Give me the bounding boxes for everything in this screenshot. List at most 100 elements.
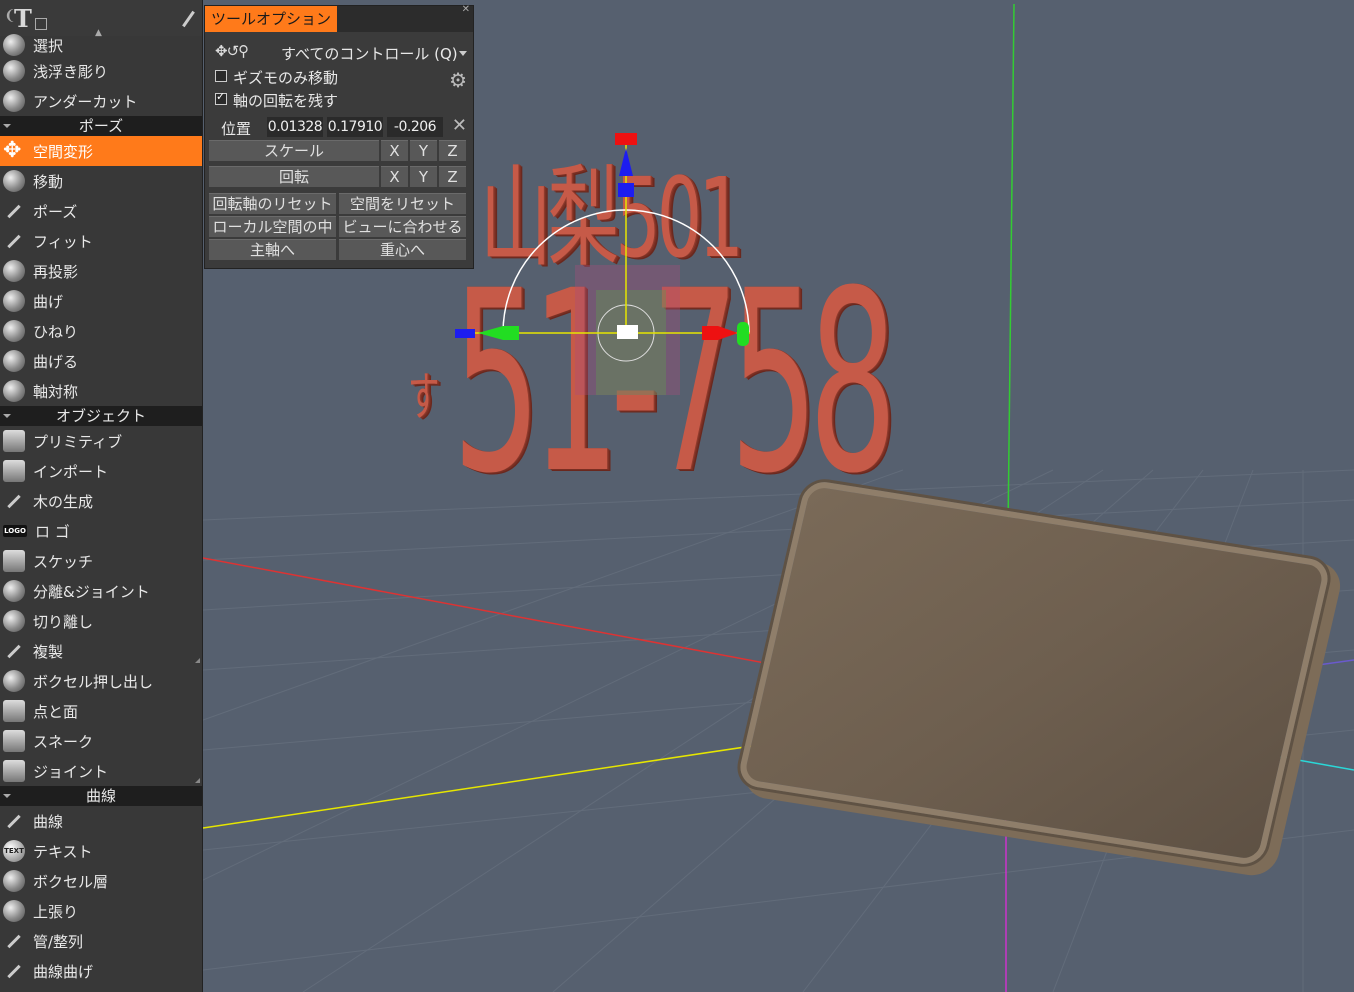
tool-item-reproject[interactable]: 再投影 bbox=[0, 256, 202, 286]
in-local-space-button[interactable]: ローカル空間の中 bbox=[209, 216, 336, 237]
tool-item-split-joint[interactable]: 分離&ジョイント bbox=[0, 576, 202, 606]
more-options-icon bbox=[195, 778, 200, 783]
tool-item-axial-symmetry[interactable]: 軸対称 bbox=[0, 376, 202, 406]
tool-item-curve-bend[interactable]: 曲線曲げ bbox=[0, 956, 202, 986]
select-icon bbox=[3, 34, 25, 56]
twist-icon bbox=[3, 320, 25, 342]
tool-item-sketch[interactable]: スケッチ bbox=[0, 546, 202, 576]
bend-icon bbox=[3, 290, 25, 312]
tool-item-joint[interactable]: ジョイント bbox=[0, 756, 202, 786]
move-rotate-scale-icon: ✥↺⚲ bbox=[215, 42, 249, 60]
tool-panel: ❨ T ▲ 選択 浅浮き彫り アンダーカット ポーズ 空間変形 移動 ポーズ フ… bbox=[0, 0, 203, 992]
logo-icon: LOGO bbox=[3, 525, 27, 537]
curves-icon bbox=[3, 810, 25, 832]
chevron-down-icon bbox=[459, 51, 467, 56]
bend2-icon bbox=[3, 350, 25, 372]
keep-rotation-checkbox[interactable] bbox=[215, 90, 227, 105]
snake-icon bbox=[3, 730, 25, 752]
axial-symmetry-icon bbox=[3, 380, 25, 402]
import-icon bbox=[3, 460, 25, 482]
voxel-extrude-icon bbox=[3, 670, 25, 692]
bas-relief-icon bbox=[3, 60, 25, 82]
to-centroid-button[interactable]: 重心へ bbox=[339, 239, 466, 260]
points-faces-icon bbox=[3, 700, 25, 722]
tool-item-voxel-layer[interactable]: ボクセル層 bbox=[0, 866, 202, 896]
text-tool-icon[interactable]: T bbox=[14, 4, 32, 33]
rotate-y-button[interactable]: Y bbox=[410, 166, 437, 187]
tool-item-bas-relief[interactable]: 浅浮き彫り bbox=[0, 56, 202, 86]
text-icon: TEXT bbox=[3, 840, 25, 862]
panel-top-strip: ❨ T ▲ bbox=[0, 0, 202, 38]
tool-options-title-bar[interactable]: ツールオプション ✕ bbox=[205, 4, 473, 32]
tool-item-tube-align[interactable]: 管/整列 bbox=[0, 926, 202, 956]
tool-item-undercut[interactable]: アンダーカット bbox=[0, 86, 202, 116]
overlay-icon bbox=[3, 900, 25, 922]
pose-icon bbox=[3, 200, 25, 222]
cut-off-icon bbox=[3, 610, 25, 632]
tool-item-snake[interactable]: スネーク bbox=[0, 726, 202, 756]
position-y-field[interactable]: 0.17910 bbox=[327, 117, 383, 137]
control-mode-dropdown[interactable]: ✥↺⚲ すべてのコントロール (Q) bbox=[205, 42, 473, 64]
transform-icon bbox=[3, 138, 25, 163]
primitives-icon bbox=[3, 430, 25, 452]
tool-item-text[interactable]: TEXT テキスト bbox=[0, 836, 202, 866]
tool-item-points-faces[interactable]: 点と面 bbox=[0, 696, 202, 726]
fit-to-view-button[interactable]: ビューに合わせる bbox=[339, 216, 466, 237]
section-header-object[interactable]: オブジェクト bbox=[0, 406, 202, 426]
undercut-icon bbox=[3, 90, 25, 112]
reset-position-icon[interactable]: ✕ bbox=[452, 115, 467, 136]
plate-kana-text[interactable]: す bbox=[408, 355, 439, 430]
to-principal-axis-button[interactable]: 主軸へ bbox=[209, 239, 336, 260]
tool-item-twist[interactable]: ひねり bbox=[0, 316, 202, 346]
tool-item-transform[interactable]: 空間変形 bbox=[0, 136, 202, 166]
tool-item-pose[interactable]: ポーズ bbox=[0, 196, 202, 226]
section-header-pose[interactable]: ポーズ bbox=[0, 116, 202, 136]
section-header-curves[interactable]: 曲線 bbox=[0, 786, 202, 806]
more-options-icon bbox=[195, 658, 200, 663]
tool-item-overlay[interactable]: 上張り bbox=[0, 896, 202, 926]
rotate-x-button[interactable]: X bbox=[381, 166, 408, 187]
tool-item-move[interactable]: 移動 bbox=[0, 166, 202, 196]
clone-icon bbox=[3, 640, 25, 662]
tool-options-panel: ツールオプション ✕ ✥↺⚲ すべてのコントロール (Q) ギズモのみ移動 ⚙ … bbox=[204, 4, 474, 269]
brush-icon[interactable] bbox=[182, 10, 195, 28]
tube-icon bbox=[3, 930, 25, 952]
position-row: 位置 0.01328 0.17910 -0.206 ✕ bbox=[221, 115, 467, 138]
tool-item-fit[interactable]: フィット bbox=[0, 226, 202, 256]
tool-item-logo[interactable]: LOGO ロ ゴ bbox=[0, 516, 202, 546]
tool-item-select[interactable]: 選択 bbox=[0, 34, 202, 56]
tool-item-curves[interactable]: 曲線 bbox=[0, 806, 202, 836]
voxel-layer-icon bbox=[3, 870, 25, 892]
tool-item-bend[interactable]: 曲げ bbox=[0, 286, 202, 316]
collapse-caret-icon bbox=[3, 794, 11, 798]
gizmo-only-checkbox[interactable] bbox=[215, 70, 227, 82]
tool-item-clone[interactable]: 複製 bbox=[0, 636, 202, 666]
sketch-icon bbox=[3, 550, 25, 572]
tool-item-cut-off[interactable]: 切り離し bbox=[0, 606, 202, 636]
scale-y-button[interactable]: Y bbox=[410, 140, 437, 161]
collapse-caret-icon bbox=[3, 414, 11, 418]
tree-icon bbox=[3, 490, 25, 512]
scale-x-button[interactable]: X bbox=[381, 140, 408, 161]
reset-space-button[interactable]: 空間をリセット bbox=[339, 193, 466, 214]
rotate-button[interactable]: 回転 bbox=[209, 166, 379, 187]
plate-number-text[interactable]: 51-758 bbox=[452, 258, 897, 508]
scale-button[interactable]: スケール bbox=[209, 140, 379, 161]
keep-rotation-checkbox-row[interactable]: 軸の回転を残す bbox=[205, 89, 473, 111]
tool-item-bend2[interactable]: 曲げる bbox=[0, 346, 202, 376]
tool-item-primitives[interactable]: プリミティブ bbox=[0, 426, 202, 456]
position-z-field[interactable]: -0.206 bbox=[387, 117, 443, 137]
move-icon bbox=[3, 170, 25, 192]
scale-z-button[interactable]: Z bbox=[439, 140, 466, 161]
split-joint-icon bbox=[3, 580, 25, 602]
tool-item-import[interactable]: インポート bbox=[0, 456, 202, 486]
gizmo-only-checkbox-row[interactable]: ギズモのみ移動 bbox=[205, 66, 473, 88]
close-icon[interactable]: ✕ bbox=[462, 4, 470, 15]
position-x-field[interactable]: 0.01328 bbox=[267, 117, 323, 137]
rotate-z-button[interactable]: Z bbox=[439, 166, 466, 187]
reproject-icon bbox=[3, 260, 25, 282]
tool-options-title[interactable]: ツールオプション bbox=[205, 6, 338, 32]
tool-item-voxel-extrude[interactable]: ボクセル押し出し bbox=[0, 666, 202, 696]
reset-rotation-axis-button[interactable]: 回転軸のリセット bbox=[209, 193, 336, 214]
tool-item-tree-generator[interactable]: 木の生成 bbox=[0, 486, 202, 516]
